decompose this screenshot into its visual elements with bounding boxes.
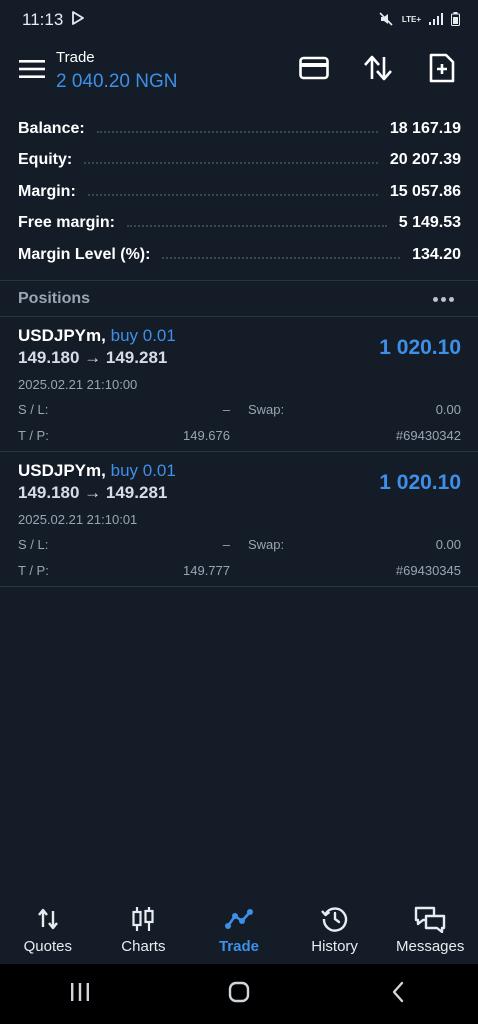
nav-trade[interactable]: Trade — [193, 898, 285, 955]
sort-button[interactable] — [356, 48, 400, 92]
swap-value: 0.00 — [435, 402, 461, 417]
balance-label: Balance: — [18, 119, 85, 137]
position-type: buy 0.01 — [110, 326, 176, 345]
balance-row: Balance: 18 167.19 — [18, 113, 461, 145]
credit-card-icon — [299, 56, 329, 85]
add-document-icon — [429, 53, 455, 88]
equity-label: Equity: — [18, 151, 73, 169]
positions-title: Positions — [18, 290, 91, 307]
divider — [0, 280, 478, 281]
equity-row: Equity: 20 207.39 — [18, 145, 461, 177]
sl-value: – — [222, 402, 230, 417]
dotted-leader — [87, 193, 378, 196]
equity-value: 20 207.39 — [389, 151, 461, 169]
sl-label: S / L: — [18, 402, 49, 417]
positions-header: Positions — [0, 282, 478, 316]
position-prices: 149.180 → 149.281 — [18, 483, 168, 502]
margin-value: 15 057.86 — [389, 182, 461, 200]
dotted-leader — [84, 162, 378, 165]
quotes-icon — [36, 904, 60, 934]
position-type: buy 0.01 — [110, 461, 176, 480]
margin-row: Margin: 15 057.86 — [18, 176, 461, 208]
hamburger-icon — [19, 59, 45, 84]
position-time: 2025.02.21 21:10:00 — [18, 377, 138, 392]
divider — [0, 586, 478, 587]
nav-messages[interactable]: Messages — [384, 898, 476, 955]
sort-arrows-icon — [363, 55, 393, 86]
menu-button[interactable] — [6, 45, 58, 97]
ticket-number: #69430345 — [395, 563, 461, 578]
nav-messages-label: Messages — [395, 938, 465, 955]
position-symbol: USDJPYm, — [18, 461, 106, 480]
swap-label: Swap: — [248, 402, 285, 417]
nav-trade-label: Trade — [218, 938, 259, 955]
history-icon — [320, 904, 349, 934]
swap-value: 0.00 — [435, 537, 461, 552]
nav-charts-label: Charts — [121, 938, 166, 955]
position-item[interactable]: USDJPYm, buy 0.01 149.180 → 149.281 1 02… — [0, 452, 478, 586]
nav-quotes[interactable]: Quotes — [2, 898, 94, 955]
dotted-leader — [126, 225, 387, 228]
more-dot — [449, 296, 454, 302]
status-time: 11:13 — [22, 10, 64, 29]
position-symbol: USDJPYm, — [18, 326, 106, 345]
margin-level-label: Margin Level (%): — [18, 245, 151, 263]
bottom-navigation: Quotes Charts Trade History Messages — [0, 898, 478, 964]
position-title: USDJPYm, buy 0.01 — [18, 326, 176, 346]
new-order-button[interactable] — [420, 48, 464, 92]
account-profit: 2 040.20 NGN — [56, 71, 178, 92]
signal-icon — [429, 12, 443, 28]
position-profit: 1 020.10 — [379, 471, 461, 494]
free-margin-label: Free margin: — [18, 214, 115, 232]
home-button[interactable] — [199, 969, 279, 1019]
deposit-button[interactable] — [292, 48, 336, 92]
battery-icon — [451, 11, 460, 29]
swap-label: Swap: — [248, 537, 285, 552]
status-bar: 11:13 LTE+ — [0, 0, 478, 40]
margin-level-row: Margin Level (%): 134.20 — [18, 239, 461, 271]
tp-label: T / P: — [18, 428, 49, 443]
ticket-number: #69430342 — [395, 428, 461, 443]
home-icon — [228, 981, 250, 1008]
recent-apps-icon — [69, 982, 91, 1007]
recent-apps-button[interactable] — [40, 969, 120, 1019]
top-app-bar: Trade 2 040.20 NGN — [0, 40, 478, 102]
more-dot — [433, 296, 438, 302]
account-summary: Balance: 18 167.19 Equity: 20 207.39 Mar… — [18, 113, 461, 271]
more-dot — [441, 296, 446, 302]
tp-label: T / P: — [18, 563, 49, 578]
nav-charts[interactable]: Charts — [97, 898, 189, 955]
sl-value: – — [222, 537, 230, 552]
tp-value: 149.777 — [183, 563, 230, 578]
margin-level-value: 134.20 — [412, 245, 461, 263]
charts-icon — [131, 904, 155, 934]
position-prices: 149.180 → 149.281 — [18, 348, 168, 367]
free-margin-row: Free margin: 5 149.53 — [18, 208, 461, 240]
free-margin-value: 5 149.53 — [398, 214, 461, 232]
back-chevron-icon — [391, 981, 405, 1008]
dotted-leader — [162, 256, 401, 259]
balance-value: 18 167.19 — [389, 119, 461, 137]
nav-history[interactable]: History — [289, 898, 381, 955]
dotted-leader — [96, 130, 378, 133]
network-type: LTE+ — [401, 15, 421, 24]
more-options-button[interactable] — [427, 291, 460, 308]
nav-quotes-label: Quotes — [23, 938, 72, 955]
messages-icon — [414, 904, 446, 934]
margin-label: Margin: — [18, 182, 76, 200]
position-item[interactable]: USDJPYm, buy 0.01 149.180 → 149.281 1 02… — [0, 317, 478, 451]
play-icon — [71, 10, 85, 30]
sl-label: S / L: — [18, 537, 49, 552]
mute-icon — [378, 11, 394, 30]
position-time: 2025.02.21 21:10:01 — [18, 512, 138, 527]
trade-icon — [224, 904, 253, 934]
nav-history-label: History — [311, 938, 358, 955]
back-button[interactable] — [358, 969, 438, 1019]
position-profit: 1 020.10 — [379, 336, 461, 359]
system-navigation-bar — [0, 964, 478, 1024]
position-title: USDJPYm, buy 0.01 — [18, 461, 176, 481]
page-title: Trade — [56, 49, 95, 66]
tp-value: 149.676 — [183, 428, 230, 443]
